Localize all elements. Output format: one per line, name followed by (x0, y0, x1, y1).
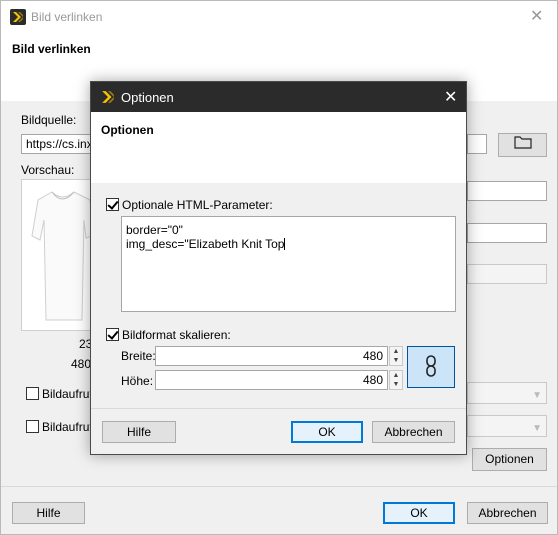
options-dialog: Optionen ✕ Optionen Optionale HTML-Param… (90, 81, 467, 455)
dialog-title: Optionen (121, 90, 174, 105)
source-label: Bildquelle: (21, 113, 77, 127)
html-params-line-1: border="0" (126, 223, 183, 237)
help-button[interactable]: Hilfe (12, 502, 85, 524)
chevron-down-icon: ▼ (532, 423, 542, 434)
side-field-2[interactable] (467, 223, 547, 243)
dialog-cancel-button[interactable]: Abbrechen (372, 421, 455, 443)
chevron-down-icon: ▼ (532, 390, 542, 401)
preview-image (31, 191, 95, 321)
checkbox-2-label: Bildaufruf (42, 420, 93, 434)
html-params-textarea[interactable]: border="0" img_desc="Elizabeth Knit Top (121, 216, 456, 312)
width-spinner[interactable]: ▲ ▼ (389, 346, 403, 366)
link-chain-icon (426, 354, 436, 380)
dialog-titlebar: Optionen ✕ (91, 82, 466, 112)
source-input-end (467, 134, 487, 154)
ok-button[interactable]: OK (383, 502, 455, 524)
combo-1: ▼ (467, 382, 547, 404)
app-logo-icon (10, 9, 26, 25)
link-aspect-button[interactable] (407, 346, 455, 388)
width-label: Breite: (121, 349, 156, 363)
window-title: Bild verlinken (31, 10, 103, 24)
side-field-1[interactable] (467, 181, 547, 201)
html-params-label: Optionale HTML-Parameter: (122, 198, 273, 212)
dialog-header: Optionen (91, 112, 466, 183)
height-spinner[interactable]: ▲ ▼ (389, 370, 403, 390)
options-button[interactable]: Optionen (472, 448, 547, 471)
spin-down-icon[interactable]: ▼ (390, 380, 402, 389)
combo-2: ▼ (467, 415, 547, 437)
dialog-ok-button[interactable]: OK (291, 421, 363, 443)
spin-down-icon[interactable]: ▼ (390, 356, 402, 365)
height-label: Höhe: (121, 374, 154, 388)
close-icon[interactable]: ✕ (530, 6, 543, 26)
source-input[interactable]: https://cs.inxe (21, 134, 101, 154)
folder-icon (513, 135, 532, 155)
checkbox-2[interactable] (26, 420, 39, 433)
side-field-3 (467, 264, 547, 284)
dialog-footer-separator (91, 408, 466, 409)
browse-folder-button[interactable] (498, 133, 547, 157)
image-preview (21, 179, 101, 331)
scale-label: Bildformat skalieren: (122, 328, 231, 342)
width-input[interactable]: 480 (155, 346, 388, 366)
dialog-help-button[interactable]: Hilfe (102, 421, 176, 443)
header-title: Bild verlinken (12, 42, 91, 56)
app-logo-icon (100, 89, 116, 105)
window-titlebar: Bild verlinken ✕ (1, 1, 557, 32)
checkbox-1-label: Bildaufruf (42, 387, 93, 401)
cancel-button[interactable]: Abbrechen (467, 502, 548, 524)
height-input[interactable]: 480 (155, 370, 388, 390)
preview-label: Vorschau: (21, 163, 75, 177)
html-params-checkbox[interactable] (106, 198, 119, 211)
close-icon[interactable]: ✕ (444, 87, 457, 107)
html-params-line-2: img_desc="Elizabeth Knit Top (126, 237, 286, 251)
scale-checkbox[interactable] (106, 328, 119, 341)
spin-up-icon[interactable]: ▲ (390, 371, 402, 380)
checkbox-1[interactable] (26, 387, 39, 400)
spin-up-icon[interactable]: ▲ (390, 347, 402, 356)
dialog-header-title: Optionen (101, 123, 154, 137)
footer-separator (1, 486, 557, 487)
